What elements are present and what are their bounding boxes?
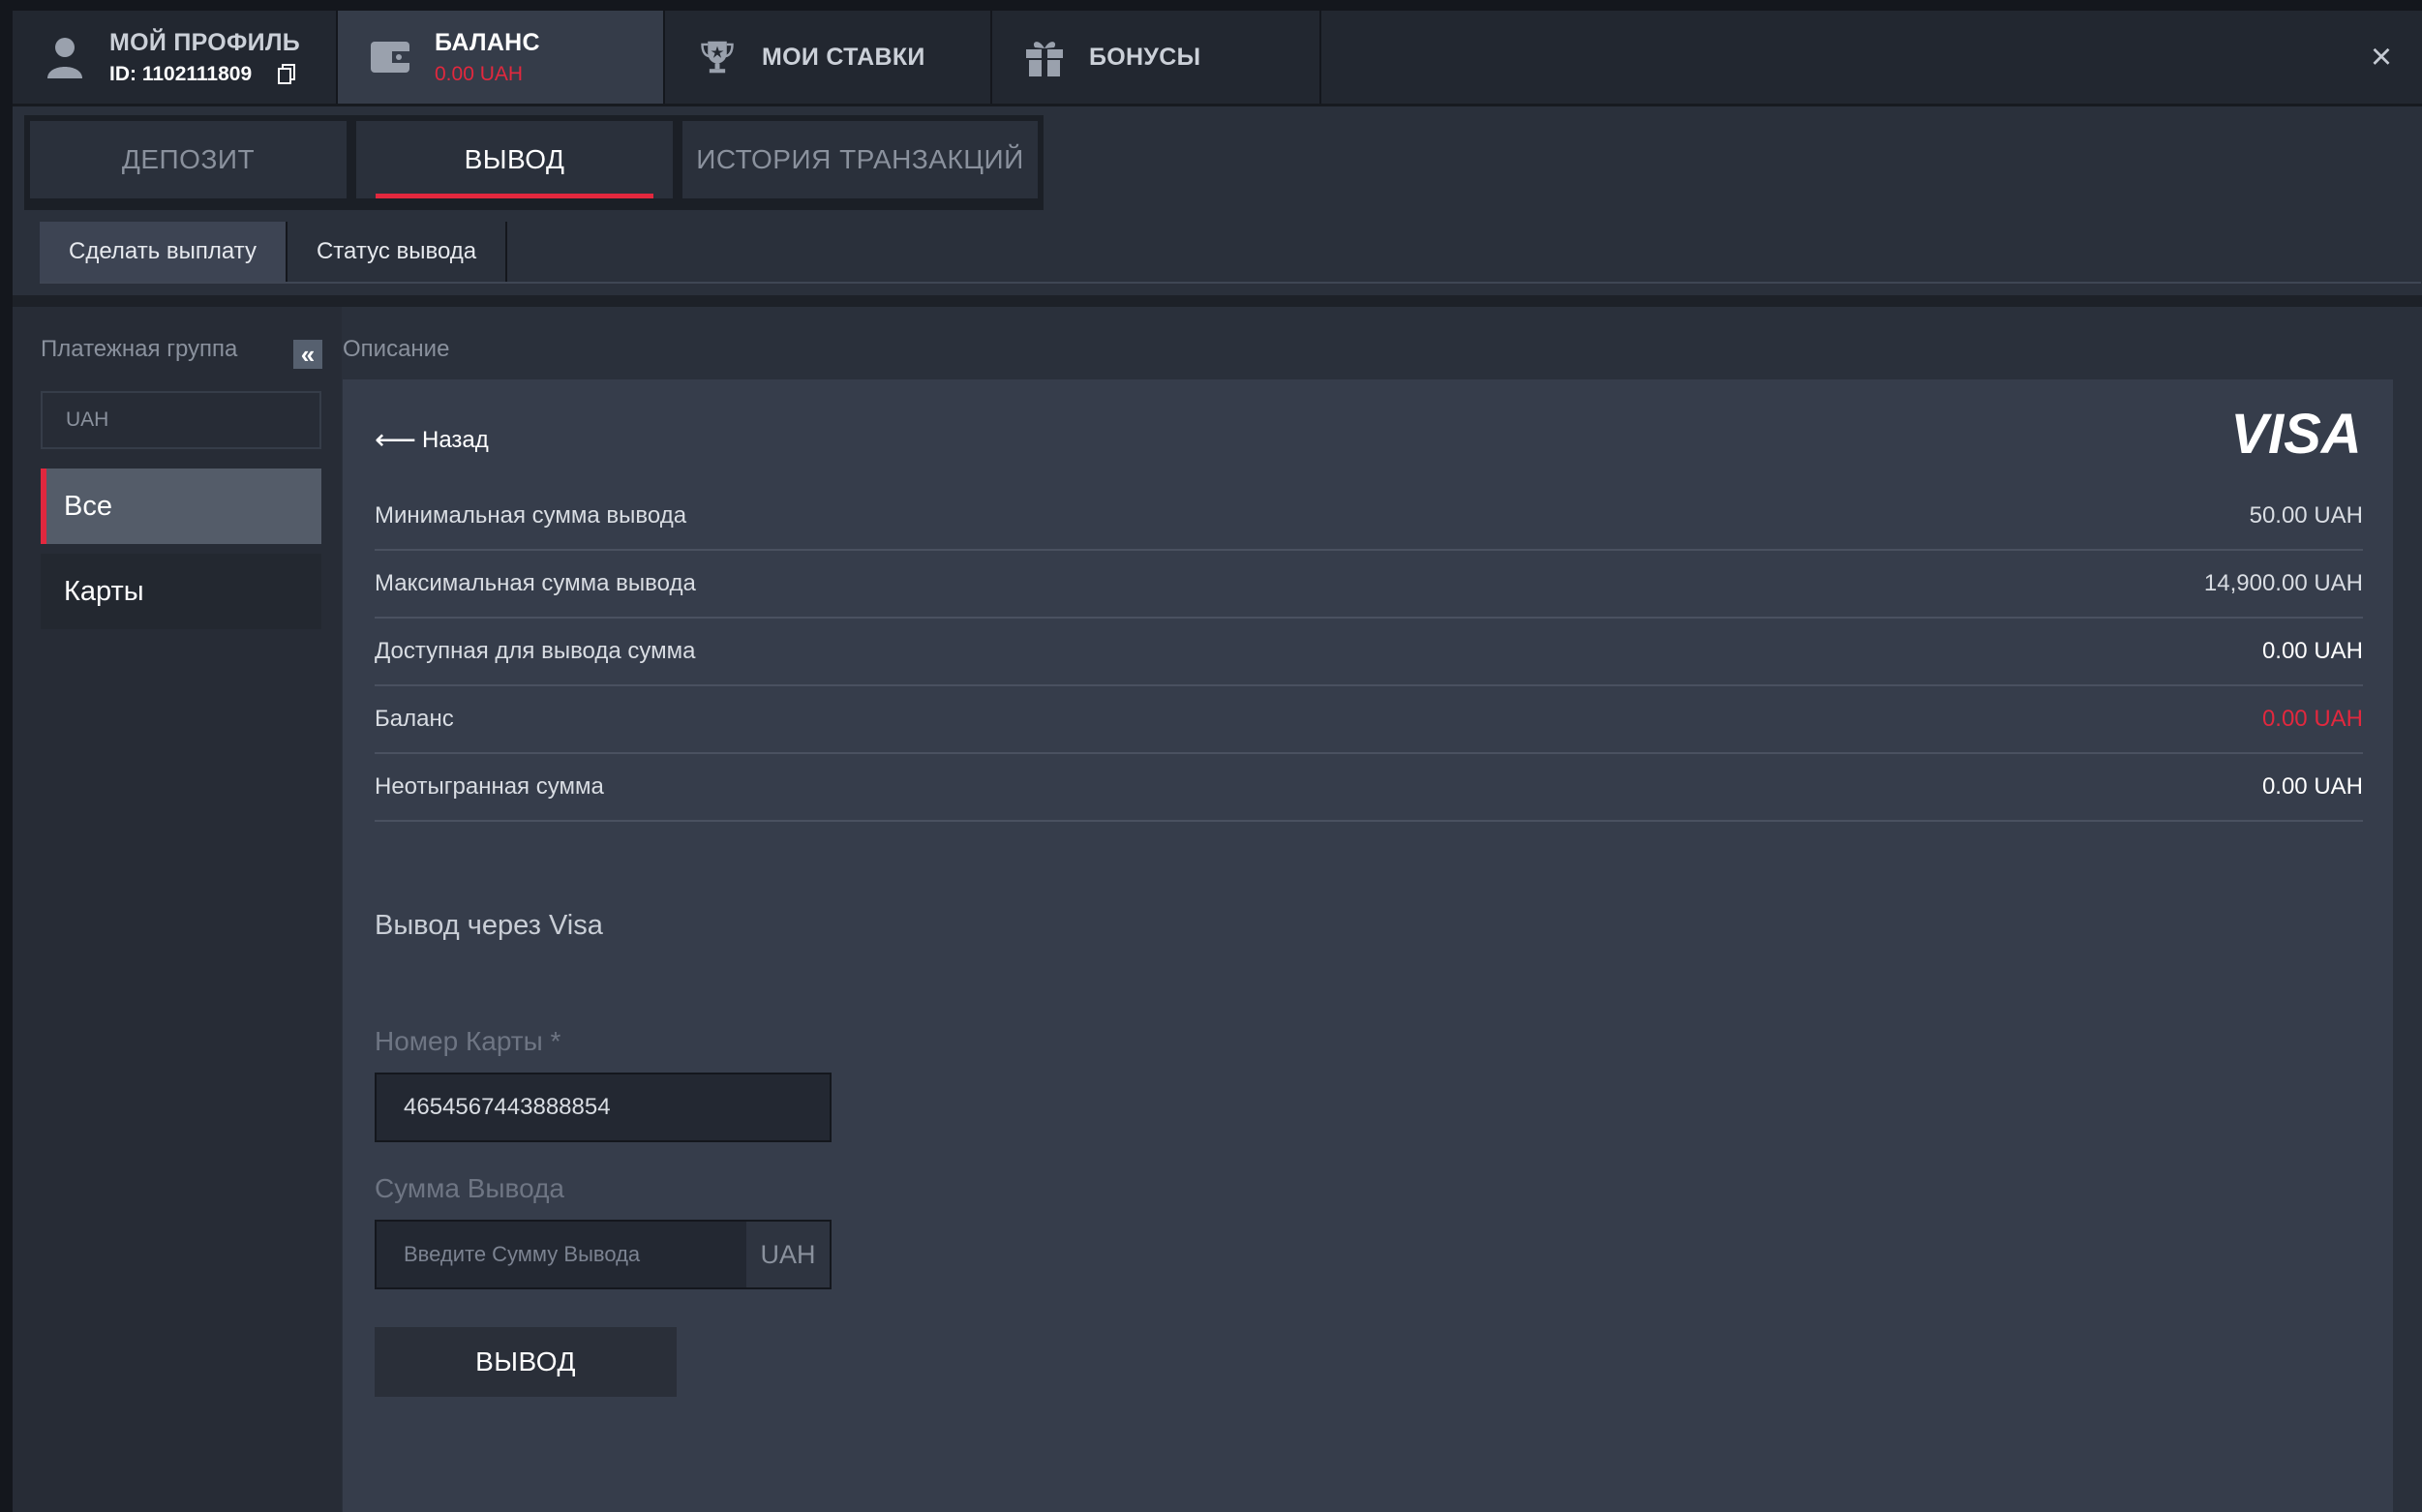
nav-profile[interactable]: МОЙ ПРОФИЛЬ ID: 1102111809 <box>13 11 338 104</box>
nav-my-bets[interactable]: МОИ СТАВКИ <box>665 11 992 104</box>
bonuses-title: БОНУСЫ <box>1089 43 1201 71</box>
main-tabs: ДЕПОЗИТ ВЫВОД ИСТОРИЯ ТРАНЗАКЦИЙ <box>24 115 1044 210</box>
info-label: Баланс <box>375 706 454 732</box>
top-nav: МОЙ ПРОФИЛЬ ID: 1102111809 БАЛАНС 0.00 U… <box>13 11 2422 106</box>
group-item-all[interactable]: Все <box>41 469 321 544</box>
card-number-input[interactable]: 4654567443888854 <box>375 1073 832 1142</box>
tab-withdraw[interactable]: ВЫВОД <box>356 121 673 198</box>
tab-transaction-history[interactable]: ИСТОРИЯ ТРАНЗАКЦИЙ <box>682 121 1038 198</box>
info-row: Неотыгранная сумма 0.00 UAH <box>375 754 2363 822</box>
info-row: Баланс 0.00 UAH <box>375 686 2363 754</box>
wallet-icon <box>369 36 411 78</box>
info-value: 0.00 UAH <box>2261 706 2363 732</box>
gift-icon <box>1023 36 1066 78</box>
withdraw-panel: ⟵ Назад VISA Минимальная сумма вывода 50… <box>343 379 2393 1512</box>
profile-title: МОЙ ПРОФИЛЬ <box>109 28 301 56</box>
profile-id: ID: 1102111809 <box>109 62 253 85</box>
info-label: Неотыгранная сумма <box>375 773 604 800</box>
payment-group-panel: Платежная группа « UAH Все Карты <box>13 307 342 1512</box>
collapse-icon[interactable]: « <box>293 340 322 369</box>
card-number-label: Номер Карты * <box>375 1026 561 1056</box>
withdraw-button[interactable]: ВЫВОД <box>375 1327 677 1397</box>
arrow-left-icon: ⟵ <box>375 424 417 456</box>
my-bets-title: МОИ СТАВКИ <box>762 43 925 71</box>
info-row: Минимальная сумма вывода 50.00 UAH <box>375 483 2363 551</box>
balance-title: БАЛАНС <box>435 28 540 56</box>
close-icon[interactable]: × <box>2362 38 2401 76</box>
payment-group-label: Платежная группа <box>41 336 238 362</box>
visa-logo: VISA <box>2219 403 2374 466</box>
back-button[interactable]: ⟵ Назад <box>375 426 489 455</box>
info-row: Максимальная сумма вывода 14,900.00 UAH <box>375 551 2363 619</box>
amount-label: Сумма Вывода <box>375 1173 564 1203</box>
limits-table: Минимальная сумма вывода 50.00 UAH Макси… <box>375 483 2363 822</box>
nav-bonuses[interactable]: БОНУСЫ <box>992 11 1321 104</box>
user-icon <box>44 36 86 78</box>
info-value: 0.00 UAH <box>2261 638 2363 664</box>
tab-deposit[interactable]: ДЕПОЗИТ <box>30 121 347 198</box>
description-label: Описание <box>343 336 450 362</box>
balance-amount: 0.00 UAH <box>435 62 524 85</box>
info-value: 50.00 UAH <box>2249 502 2363 529</box>
trophy-icon <box>696 36 739 78</box>
currency-select[interactable]: UAH <box>41 391 321 449</box>
withdraw-modal: МОЙ ПРОФИЛЬ ID: 1102111809 БАЛАНС 0.00 U… <box>13 11 2422 1512</box>
amount-input[interactable]: Введите Сумму Вывода <box>377 1222 746 1287</box>
visa-logo-text: VISA <box>2230 407 2361 461</box>
group-item-cards[interactable]: Карты <box>41 554 321 629</box>
divider <box>13 295 2422 307</box>
info-label: Максимальная сумма вывода <box>375 570 696 596</box>
currency-suffix: UAH <box>746 1222 830 1287</box>
nav-balance[interactable]: БАЛАНС 0.00 UAH <box>338 11 665 104</box>
amount-field: Введите Сумму Вывода UAH <box>375 1220 832 1289</box>
info-label: Минимальная сумма вывода <box>375 502 687 529</box>
info-label: Доступная для вывода сумма <box>375 638 696 664</box>
section-title: Вывод через Visa <box>375 910 603 941</box>
subtab-withdraw-status[interactable]: Статус вывода <box>288 222 508 282</box>
back-label: Назад <box>422 427 489 453</box>
info-value: 0.00 UAH <box>2261 773 2363 800</box>
info-value: 14,900.00 UAH <box>2203 570 2363 596</box>
copy-icon[interactable] <box>277 63 296 85</box>
divider <box>40 282 2421 284</box>
subtab-make-payout[interactable]: Сделать выплату <box>40 222 288 282</box>
info-row: Доступная для вывода сумма 0.00 UAH <box>375 619 2363 686</box>
